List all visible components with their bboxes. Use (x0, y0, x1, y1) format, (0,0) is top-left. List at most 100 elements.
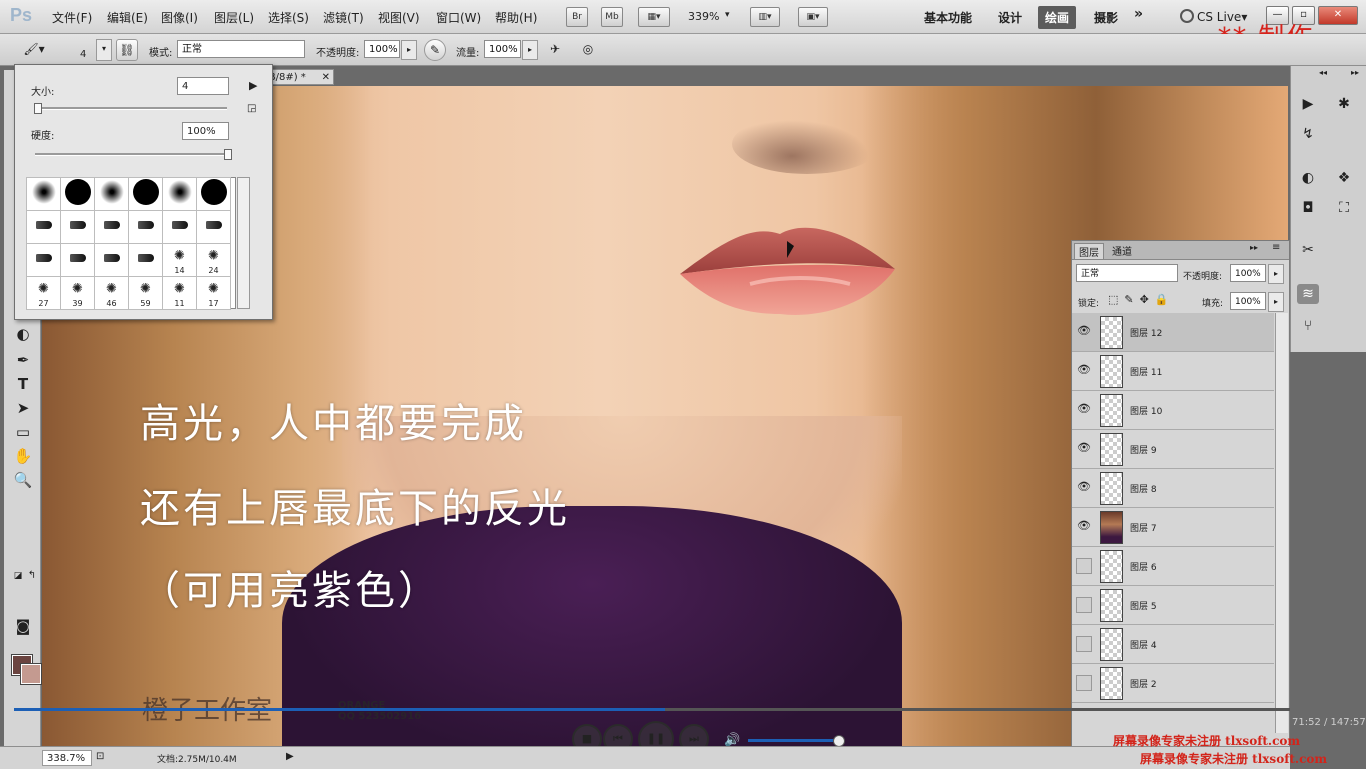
status-menu-arrow-icon[interactable]: ▶ (286, 751, 294, 762)
brush-preset-cell[interactable] (196, 177, 231, 211)
type-tool-icon[interactable]: T (13, 374, 33, 394)
layer-row[interactable]: 图层 5 (1072, 586, 1274, 625)
adjustments-panel-icon[interactable]: ◐ (1297, 168, 1319, 188)
pen-tool-icon[interactable]: ✒ (13, 350, 33, 370)
zoom-input[interactable]: 338.7% (42, 750, 92, 766)
visibility-eye-icon[interactable]: 👁 (1076, 480, 1092, 494)
visibility-eye-icon[interactable]: 👁 (1076, 519, 1092, 533)
layer-opacity-input[interactable]: 100% (1230, 264, 1266, 282)
hardness-slider-knob[interactable] (224, 149, 232, 160)
brush-preset-cell[interactable] (162, 177, 197, 211)
menu-view[interactable]: 视图(V) (378, 9, 420, 26)
size-slider-knob[interactable] (33, 103, 42, 114)
zoom-tool-icon[interactable]: 🔍 (13, 470, 33, 490)
collapse-panel-icon[interactable]: ▸▸ (1250, 243, 1258, 252)
tab-channels[interactable]: 通道 (1108, 243, 1136, 258)
rectangle-tool-icon[interactable]: ▭ (13, 422, 33, 442)
brush-preset-cell[interactable]: ✺ 39 (60, 276, 95, 310)
view-extras-button[interactable]: ▦▾ (638, 7, 670, 27)
menu-help[interactable]: 帮助(H) (495, 9, 537, 26)
brush-preset-cell[interactable] (60, 210, 95, 244)
brush-preset-cell[interactable] (128, 243, 163, 277)
workspace-photography[interactable]: 摄影 (1094, 9, 1118, 26)
brush-preset-cell[interactable] (196, 210, 231, 244)
bridge-button[interactable]: Br (566, 7, 588, 27)
layer-row[interactable]: 👁 图层 10 (1072, 391, 1274, 430)
popup-menu-icon[interactable]: ▶ (249, 79, 257, 92)
flow-input[interactable]: 100% (484, 40, 521, 58)
layer-row[interactable]: 👁 图层 11 (1072, 352, 1274, 391)
paths-panel-icon[interactable]: ⑂ (1297, 316, 1319, 336)
styles-panel-icon[interactable]: ❖ (1333, 168, 1355, 188)
actions-panel-icon[interactable]: ▶ (1297, 94, 1319, 114)
brush-preset-cell[interactable] (128, 177, 163, 211)
brush-preset-cell[interactable] (26, 177, 61, 211)
hardness-slider-track[interactable] (35, 153, 227, 156)
menu-edit[interactable]: 编辑(E) (107, 9, 148, 26)
menu-window[interactable]: 窗口(W) (436, 9, 481, 26)
screen-mode-button[interactable]: ▣▾ (798, 7, 828, 27)
fill-input[interactable]: 100% (1230, 292, 1266, 310)
hardness-input[interactable]: 100% (182, 122, 229, 140)
layer-row[interactable]: 👁 图层 8 (1072, 469, 1274, 508)
visibility-eye-icon[interactable] (1076, 597, 1092, 613)
brush-panel-icon[interactable]: ✂ (1297, 240, 1319, 260)
brush-preset-cell[interactable] (26, 243, 61, 277)
visibility-eye-icon[interactable]: 👁 (1076, 324, 1092, 338)
brush-preset-cell[interactable] (128, 210, 163, 244)
brush-preset-cell[interactable]: ✺ 46 (94, 276, 129, 310)
mode-select[interactable]: 正常 (177, 40, 305, 58)
flow-slider-button[interactable]: ▸ (522, 40, 538, 60)
visibility-eye-icon[interactable] (1076, 558, 1092, 574)
arrange-documents-button[interactable]: ▥▾ (750, 7, 780, 27)
navigator-panel-icon[interactable]: ✱ (1333, 94, 1355, 114)
layer-row[interactable]: 图层 6 (1072, 547, 1274, 586)
brush-preset-cell[interactable] (94, 177, 129, 211)
visibility-eye-icon[interactable]: 👁 (1076, 363, 1092, 377)
menu-layer[interactable]: 图层(L) (214, 9, 254, 26)
layers-panel-icon[interactable]: ≋ (1297, 284, 1319, 304)
brush-preset-cell[interactable] (162, 210, 197, 244)
brush-preset-picker[interactable]: ▾ (96, 39, 112, 61)
lock-icons[interactable]: ⬚✎✥🔒 (1108, 293, 1175, 306)
close-tab-icon[interactable]: ✕ (322, 70, 330, 86)
layer-opacity-slider-button[interactable]: ▸ (1268, 264, 1284, 284)
layer-row[interactable]: 👁 图层 12 (1072, 313, 1274, 352)
pressure-size-icon[interactable]: ◎ (578, 39, 598, 59)
menu-filter[interactable]: 滤镜(T) (323, 9, 364, 26)
hand-tool-icon[interactable]: ✋ (13, 446, 33, 466)
menu-select[interactable]: 选择(S) (268, 9, 309, 26)
brush-preset-cell[interactable]: ✺ 27 (26, 276, 61, 310)
fill-slider-button[interactable]: ▸ (1268, 292, 1284, 312)
opacity-slider-button[interactable]: ▸ (401, 40, 417, 60)
history-panel-icon[interactable]: ↯ (1297, 124, 1319, 144)
transform-panel-icon[interactable]: ⛶ (1333, 198, 1355, 218)
brush-preset-cell[interactable]: ✺ 17 (196, 276, 231, 310)
layer-row[interactable]: 图层 2 (1072, 664, 1274, 703)
brush-tool-icon[interactable]: 🖌▾ (20, 39, 48, 59)
expand-dock-icon[interactable]: ▸▸ (1351, 68, 1359, 77)
brush-preset-cell[interactable]: ✺ 24 (196, 243, 231, 277)
brush-preset-cell[interactable] (94, 210, 129, 244)
volume-slider[interactable] (748, 739, 838, 742)
size-slider-track[interactable] (35, 107, 227, 110)
brush-preset-cell[interactable]: ✺ 11 (162, 276, 197, 310)
blend-mode-select[interactable]: 正常 (1076, 264, 1178, 282)
status-info-icon[interactable]: ⊡ (96, 751, 104, 762)
layer-row[interactable]: 👁 图层 9 (1072, 430, 1274, 469)
brush-preset-cell[interactable] (94, 243, 129, 277)
more-workspaces-icon[interactable]: » (1134, 6, 1143, 22)
visibility-eye-icon[interactable]: 👁 (1076, 441, 1092, 455)
mini-bridge-button[interactable]: Mb (601, 7, 623, 27)
pressure-opacity-icon[interactable]: ✎ (424, 39, 446, 61)
panel-menu-icon[interactable]: ≡ (1272, 242, 1280, 253)
brush-preset-cell[interactable] (60, 177, 95, 211)
brush-preset-cell[interactable]: ✺ 14 (162, 243, 197, 277)
zoom-level-dropdown[interactable]: 339% (688, 10, 719, 23)
size-input[interactable]: 4 (177, 77, 229, 95)
brush-panel-toggle-icon[interactable]: ⛓ (116, 39, 138, 61)
brush-preset-cell[interactable] (60, 243, 95, 277)
path-selection-tool-icon[interactable]: ➤ (13, 398, 33, 418)
close-button[interactable]: ✕ (1318, 6, 1358, 25)
new-preset-icon[interactable]: ◲ (247, 103, 256, 114)
